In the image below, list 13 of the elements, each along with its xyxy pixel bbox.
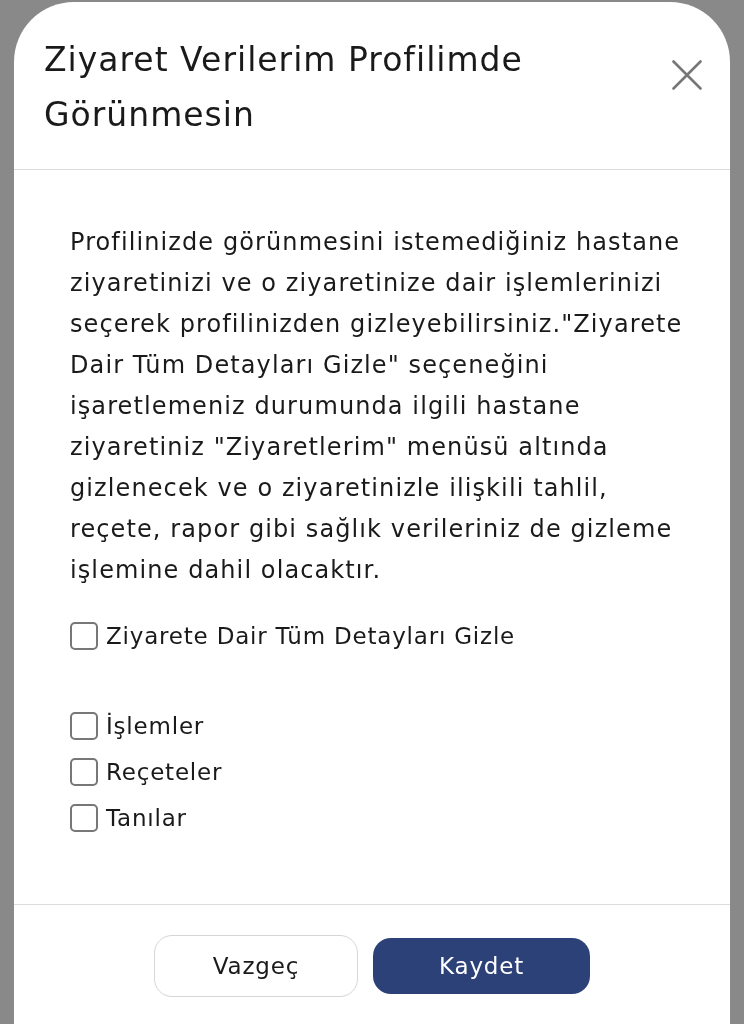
- description-text: Profilinizde görünmesini istemediğiniz hastane ziyaretinizi ve o ziyaretinize dair işlemlerinizi seçerek profilinizden gizleyebilirsiniz."Ziyarete Dair Tüm Detayları Gizle" seçeneğini işaretlemeniz durumunda ilgili hastane ziyaretiniz "Ziyaretlerim" menüsü altında gizlenecek ve o ziyaretinizle ilişkili tahlil, reçete, rapor gibi sağlık verileriniz de gizleme işlemine dahil olacaktır.: [70, 227, 684, 586]
- checkbox-label[interactable]: Tanılar: [106, 805, 187, 831]
- checkbox[interactable]: [70, 758, 98, 786]
- checkbox[interactable]: [70, 712, 98, 740]
- cancel-button[interactable]: Vazgeç: [154, 935, 358, 997]
- checkbox[interactable]: [70, 622, 98, 650]
- save-button[interactable]: Kaydet: [373, 938, 590, 994]
- checkbox-label[interactable]: Reçeteler: [106, 759, 223, 785]
- checkbox[interactable]: [70, 804, 98, 832]
- dialog-title: Ziyaret Verilerim Profilimde Görünmesin: [44, 39, 524, 136]
- checkbox-label[interactable]: İşlemler: [106, 713, 205, 739]
- checkbox-label[interactable]: Ziyarete Dair Tüm Detayları Gizle: [106, 623, 516, 649]
- close-icon[interactable]: [672, 59, 702, 90]
